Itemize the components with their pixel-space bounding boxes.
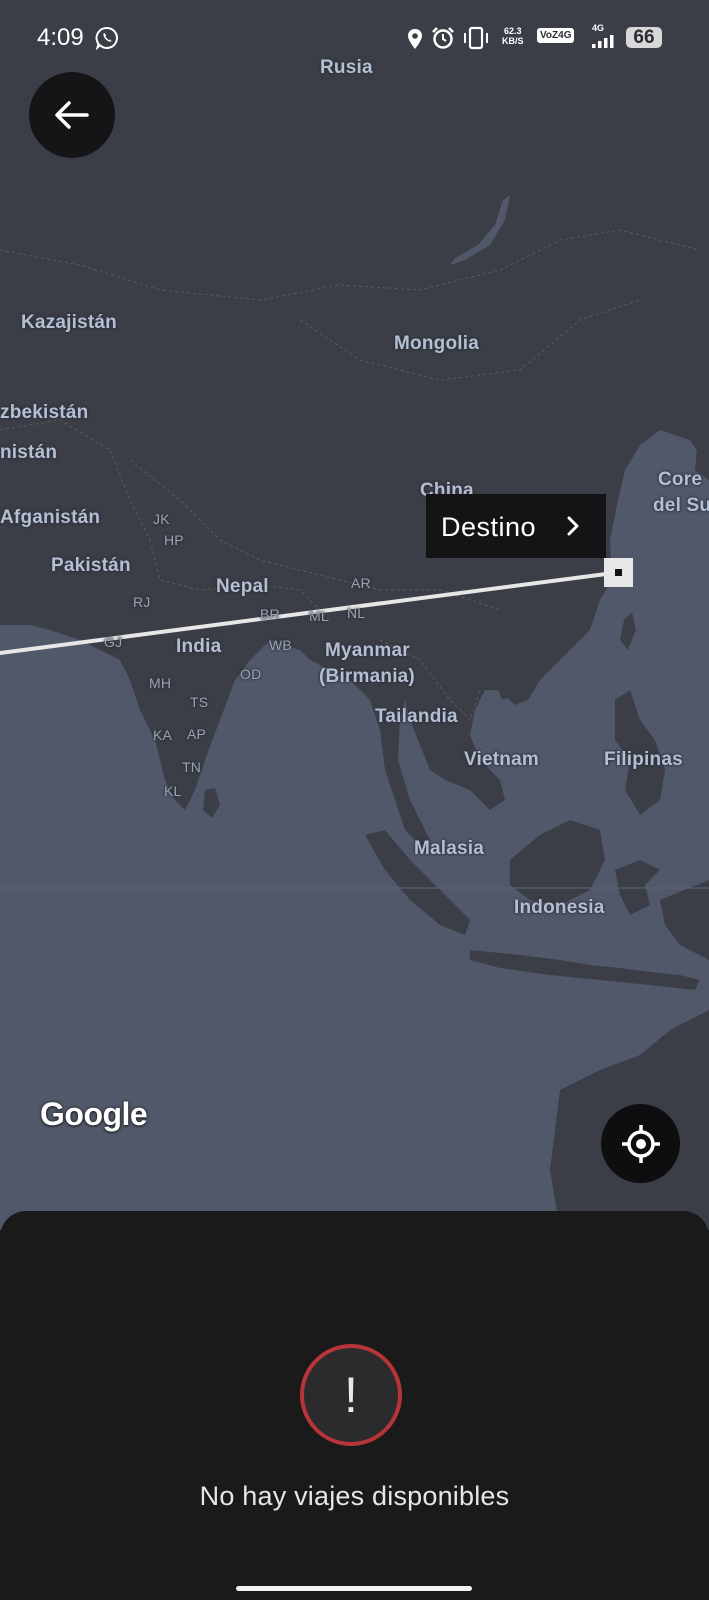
destination-marker-dot	[615, 569, 622, 576]
map-label-nepal: Nepal	[216, 576, 269, 597]
map-label-state-kl: KL	[164, 783, 182, 799]
map-label-state-ar: AR	[351, 575, 371, 591]
google-attribution-logo: Google	[40, 1096, 148, 1132]
destination-marker[interactable]	[604, 558, 633, 587]
network-type: 4G	[592, 23, 605, 33]
map-label-kazakhstan: Kazajistán	[21, 312, 117, 333]
destination-tooltip[interactable]: Destino	[426, 494, 606, 558]
map[interactable]: Rusia Kazajistán Mongolia zbekistán nist…	[0, 0, 709, 1230]
landmass-taiwan	[620, 612, 636, 650]
status-time: 4:09	[37, 24, 84, 51]
whatsapp-icon	[95, 27, 118, 50]
map-label-mongolia: Mongolia	[394, 333, 479, 354]
map-label-myanmar-line1: Myanmar	[325, 640, 410, 661]
map-label-state-wb: WB	[269, 637, 292, 653]
map-label-vietnam: Vietnam	[464, 749, 539, 770]
exclamation-circle-icon: !	[300, 1344, 402, 1446]
bottom-sheet: ! No hay viajes disponibles	[0, 1211, 709, 1600]
map-label-state-mh: MH	[149, 675, 172, 691]
map-label-state-ml: ML	[309, 608, 329, 624]
map-label-pakistan: Pakistán	[51, 555, 131, 576]
map-label-state-ka: KA	[153, 727, 173, 743]
crosshair-icon	[621, 1124, 660, 1163]
map-label-india: India	[176, 636, 222, 657]
map-label-afghanistan: Afganistán	[0, 507, 101, 528]
map-label-philippines: Filipinas	[604, 749, 683, 770]
map-label-state-gj: GJ	[104, 634, 123, 650]
landmass-borneo	[510, 820, 605, 905]
locate-me-button[interactable]	[601, 1104, 680, 1183]
home-indicator[interactable]	[236, 1586, 472, 1591]
map-label-korea-line2: del Su	[653, 495, 709, 516]
landmass-sri-lanka	[203, 788, 220, 818]
map-label-state-hp: HP	[164, 532, 184, 548]
network-speed-unit: KB/S	[502, 36, 524, 46]
landmass-new-guinea	[660, 880, 709, 960]
map-label-state-ts: TS	[190, 694, 209, 710]
battery-icon: 66	[626, 27, 662, 48]
chevron-right-icon	[567, 516, 579, 536]
alarm-icon	[432, 27, 454, 49]
landmass-java	[470, 950, 700, 990]
map-label-state-tn: TN	[182, 759, 202, 775]
map-label-state-nl: NL	[347, 605, 366, 621]
back-button[interactable]	[29, 72, 115, 158]
signal-icon	[592, 35, 614, 48]
vibrate-icon	[464, 26, 488, 50]
map-label-turkmenistan: nistán	[0, 442, 58, 463]
map-label-state-rj: RJ	[133, 594, 151, 610]
network-speed: 62.3 KB/S	[502, 26, 524, 46]
no-trips-message: No hay viajes disponibles	[199, 1481, 510, 1511]
network-speed-value: 62.3	[503, 26, 522, 36]
screen: Rusia Kazajistán Mongolia zbekistán nist…	[0, 0, 709, 1600]
map-label-malaysia: Malasia	[414, 838, 485, 859]
map-label-state-od: OD	[240, 666, 262, 682]
alert-mark: !	[344, 1367, 358, 1423]
map-label-myanmar-line2: (Birmania)	[319, 666, 415, 687]
map-label-state-br: BR	[260, 606, 280, 622]
location-icon	[408, 29, 422, 49]
map-label-indonesia: Indonesia	[514, 897, 605, 918]
map-label-uzbekistan: zbekistán	[0, 402, 89, 423]
map-label-state-jk: JK	[153, 511, 170, 527]
status-bar: 4:09 62.3 KB/S VoZ4G 4G 66	[0, 0, 709, 76]
map-label-state-ap: AP	[187, 726, 207, 742]
destination-label: Destino	[441, 512, 537, 542]
map-label-thailand: Tailandia	[375, 706, 458, 727]
arrow-left-icon	[55, 101, 89, 129]
volte-badge: VoZ4G	[537, 28, 575, 43]
map-label-korea-line1: Core	[658, 469, 703, 490]
